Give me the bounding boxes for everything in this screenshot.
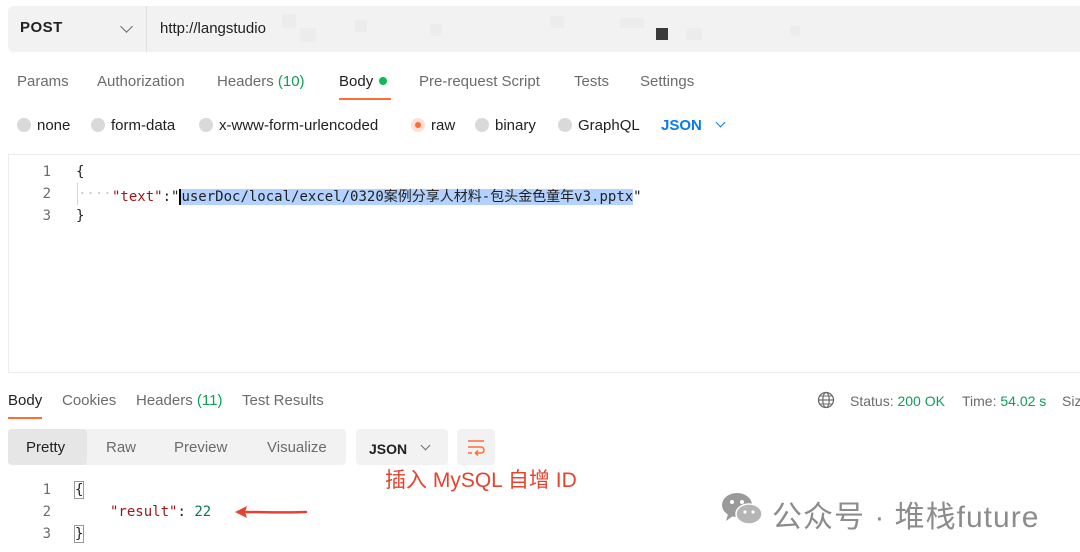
active-tab-indicator [339, 98, 391, 100]
tab-body[interactable]: Body [339, 73, 388, 90]
wrap-lines-icon [468, 440, 485, 456]
json-number-value: 22 [194, 504, 212, 520]
tab-label: Test Results [242, 392, 324, 409]
response-format-label: JSON [369, 441, 408, 457]
view-mode-visualize[interactable]: Visualize [267, 439, 327, 456]
tab-label: Headers [217, 73, 274, 90]
globe-icon[interactable] [817, 391, 835, 409]
url-input[interactable]: http://langstudio [160, 20, 266, 37]
json-open-brace: { [73, 481, 85, 499]
url-redacted [620, 18, 644, 28]
radio-label-binary[interactable]: binary [495, 117, 536, 134]
tab-label: Body [339, 73, 374, 90]
json-line-text: "text": " userDoc/local/excel/0320案例分享人材料-… [112, 186, 642, 206]
url-redacted [430, 24, 442, 36]
json-close-brace: } [76, 208, 85, 224]
url-redacted [656, 28, 668, 40]
status-label: Status: [850, 393, 894, 409]
active-tab-indicator [8, 417, 42, 419]
wechat-icon [722, 493, 763, 525]
tab-label: Cookies [62, 392, 117, 409]
json-line-text: "result": 22 [110, 504, 211, 520]
arrow-icon [235, 506, 308, 518]
time-label: Time: [962, 393, 997, 409]
url-redacted [686, 28, 702, 40]
radio-graphql[interactable] [558, 118, 572, 132]
indent-line [77, 183, 78, 205]
tab-label: Pre-request Script [419, 73, 540, 90]
url-redacted [282, 14, 296, 28]
json-key: "result" [110, 504, 178, 520]
tab-label: Tests [574, 73, 610, 90]
line-number: 2 [42, 186, 51, 202]
url-redacted [355, 20, 367, 32]
radio-form-data[interactable] [91, 118, 105, 132]
response-tab-test-results[interactable]: Test Results [242, 392, 324, 409]
json-string-value: userDoc/local/excel/0320案例分享人材料-包头金色童年v3… [179, 189, 634, 205]
json-close-brace: } [73, 525, 85, 543]
body-format-select[interactable]: JSON [661, 117, 702, 134]
tab-authorization[interactable]: Authorization [97, 73, 185, 90]
line-number: 1 [42, 482, 51, 498]
line-number: 2 [42, 504, 51, 520]
watermark-text: 公众号 · 堆栈future [772, 501, 1040, 534]
view-mode-pretty[interactable]: Pretty [26, 439, 65, 456]
response-tab-cookies[interactable]: Cookies [62, 392, 116, 409]
status-value: 200 OK [897, 393, 945, 409]
radio-raw[interactable] [411, 118, 425, 132]
response-tab-body[interactable]: Body [8, 392, 42, 409]
tab-tests[interactable]: Tests [574, 73, 609, 90]
radio-label-raw[interactable]: raw [431, 117, 455, 134]
url-redacted [550, 16, 564, 28]
response-status: Status: 200 OK [850, 393, 945, 409]
json-colon: : [162, 189, 172, 205]
time-value: 54.02 s [1000, 393, 1047, 409]
radio-none[interactable] [17, 118, 31, 132]
radio-label-none[interactable]: none [37, 117, 70, 134]
radio-binary[interactable] [475, 118, 489, 132]
tab-label: Headers [136, 392, 193, 409]
response-time: Time: 54.02 s [962, 393, 1046, 409]
json-open-brace: { [76, 164, 85, 180]
tab-count: (11) [196, 392, 223, 409]
response-size: Siz [1062, 393, 1080, 409]
radio-label-urlencoded[interactable]: x-www-form-urlencoded [219, 117, 378, 134]
tab-pre-request-script[interactable]: Pre-request Script [419, 73, 540, 90]
json-colon: : [177, 504, 186, 520]
line-number: 3 [42, 208, 51, 224]
line-number: 3 [42, 526, 51, 542]
url-redacted [300, 28, 316, 42]
radio-urlencoded[interactable] [199, 118, 213, 132]
chevron-down-icon[interactable] [715, 117, 726, 128]
tab-settings[interactable]: Settings [640, 73, 694, 90]
tab-count: (10) [277, 73, 305, 90]
radio-label-form-data[interactable]: form-data [111, 117, 175, 134]
url-redacted [790, 26, 800, 36]
modified-dot-icon [379, 77, 388, 85]
tab-params[interactable]: Params [17, 73, 69, 90]
tab-label: Body [8, 392, 43, 409]
tab-headers[interactable]: Headers (10) [217, 73, 305, 90]
view-mode-preview[interactable]: Preview [174, 439, 227, 456]
json-quote: " [633, 189, 642, 205]
radio-label-graphql[interactable]: GraphQL [578, 117, 640, 134]
response-tab-headers[interactable]: Headers (11) [136, 392, 222, 409]
tab-label: Authorization [97, 73, 185, 90]
tab-label: Settings [640, 73, 695, 90]
annotation-text: 插入 MySQL 自增 ID [385, 469, 577, 492]
line-number: 1 [42, 164, 51, 180]
json-key: "text" [112, 189, 163, 205]
method-label: POST [20, 19, 63, 36]
tab-label: Params [17, 73, 69, 90]
indent-guide: ···· [78, 186, 112, 202]
view-mode-raw[interactable]: Raw [106, 439, 136, 456]
